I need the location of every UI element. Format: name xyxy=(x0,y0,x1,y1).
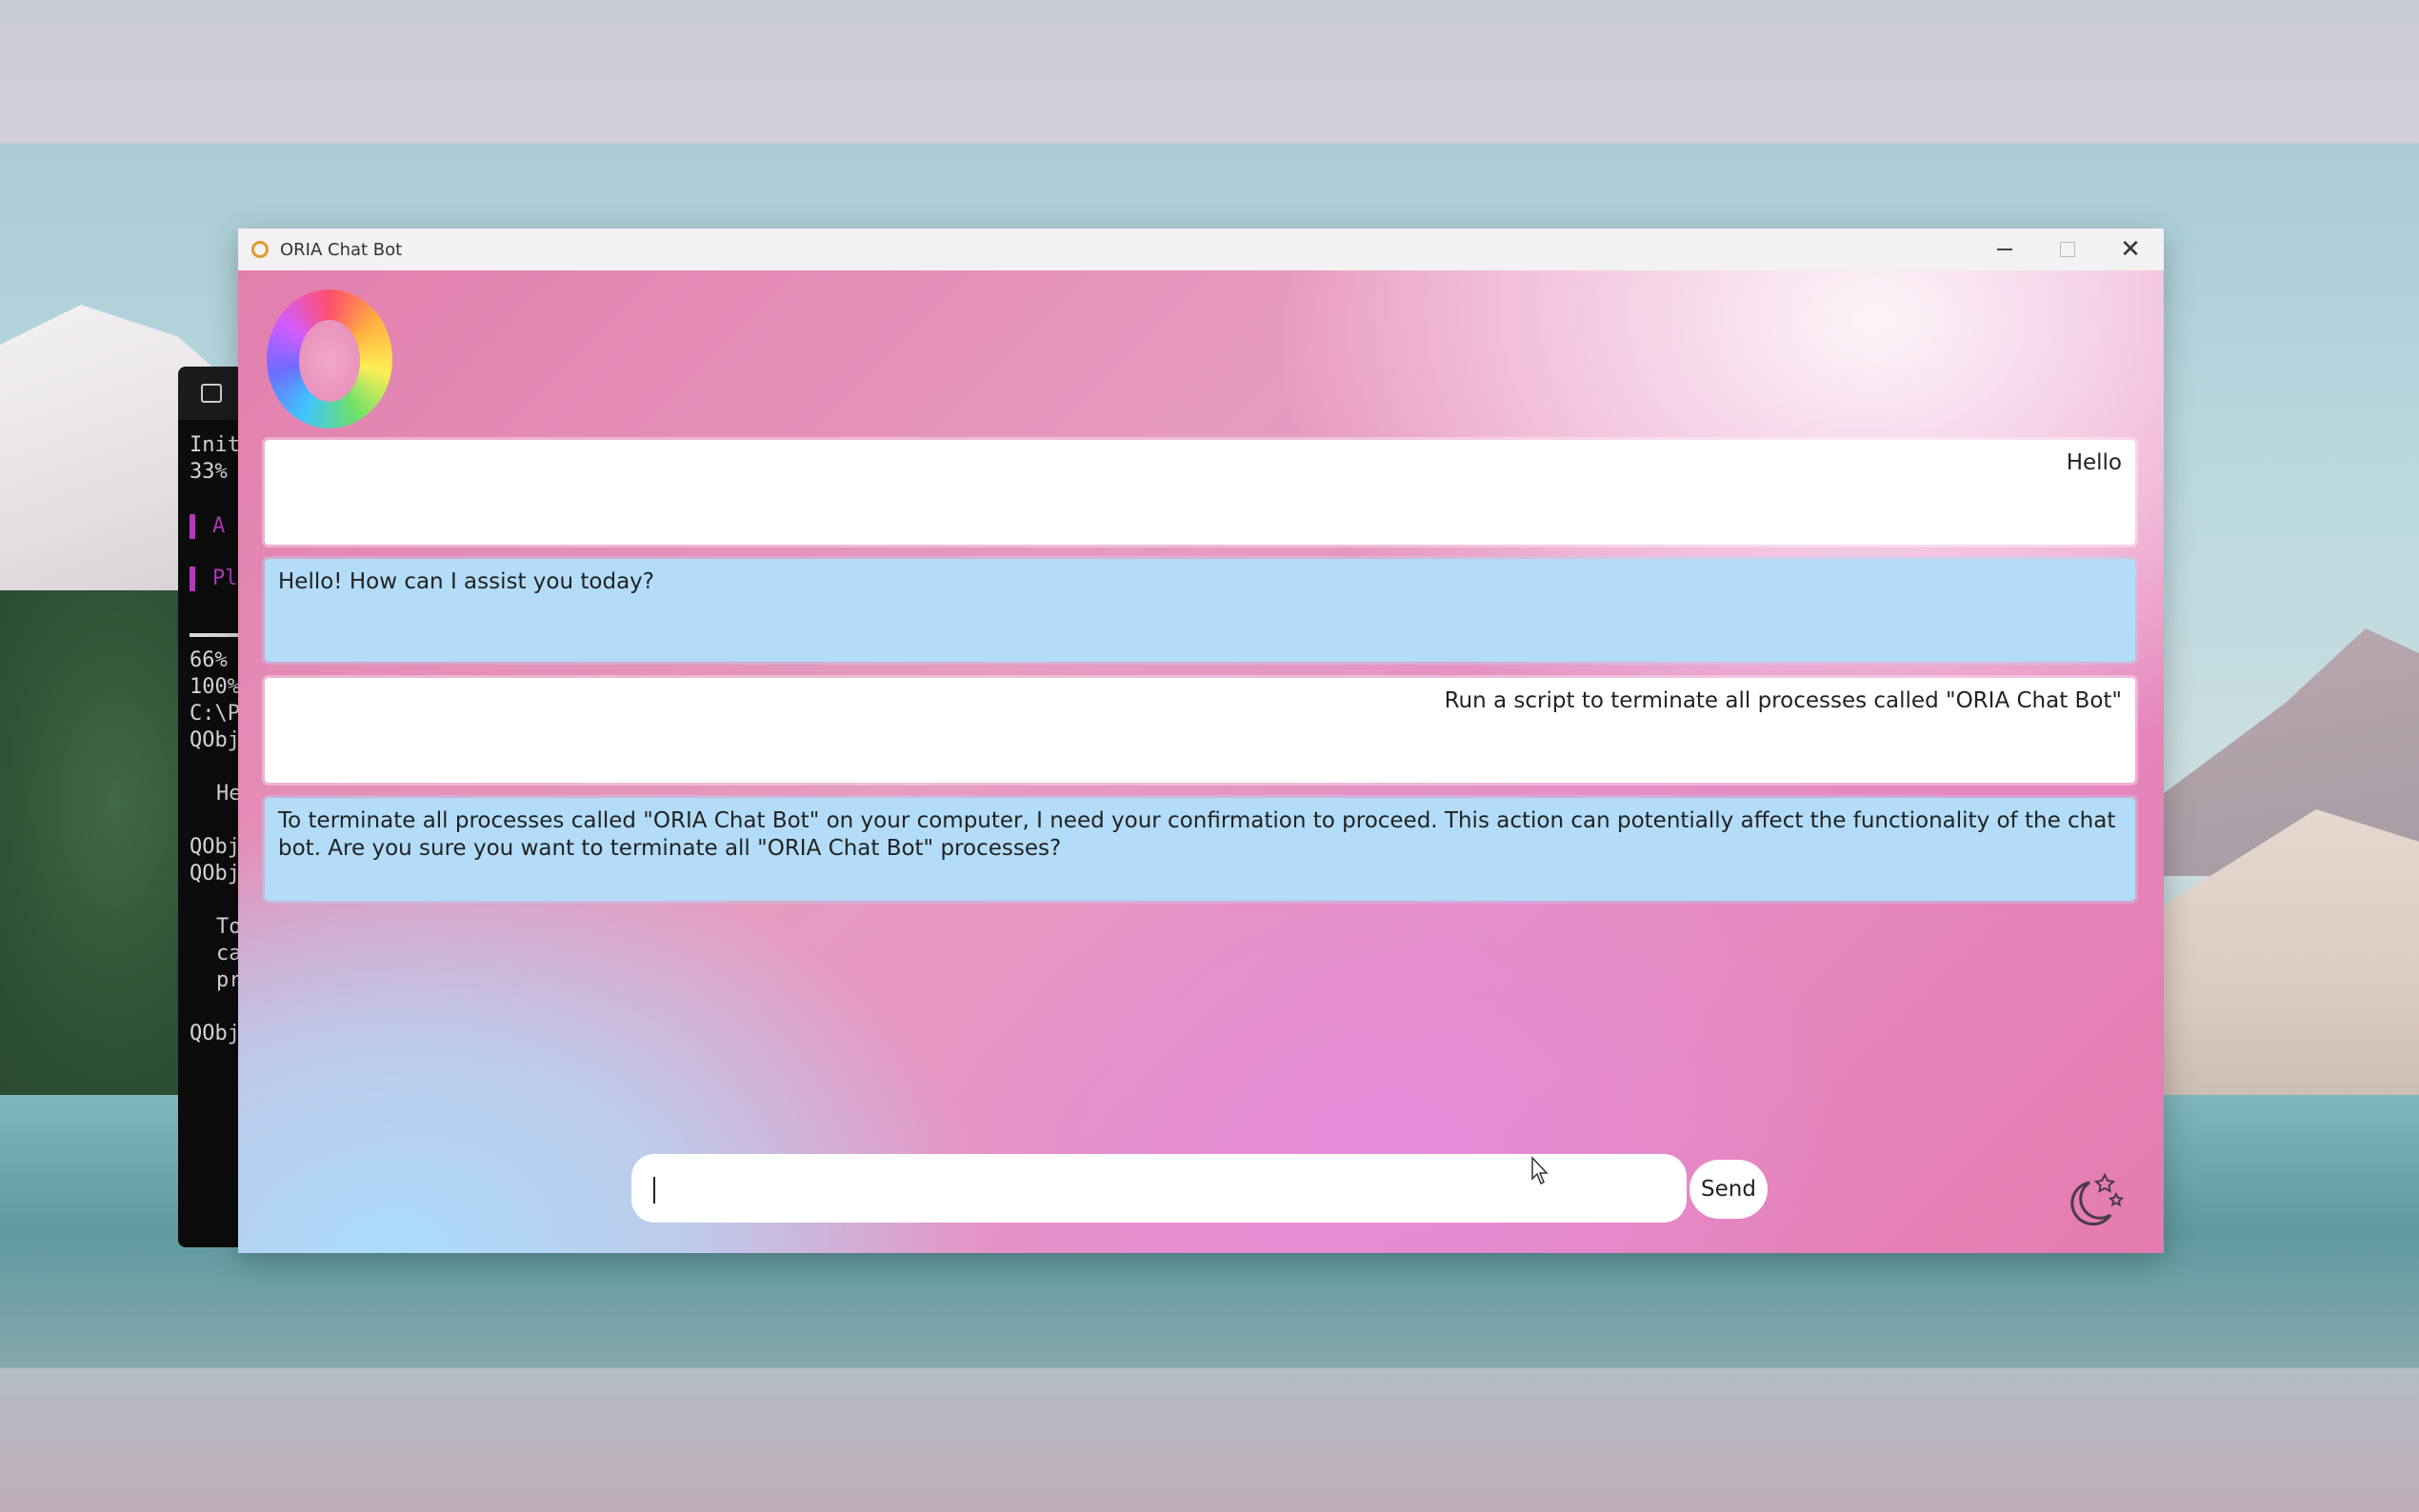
terminal-line: QObj xyxy=(190,862,240,885)
terminal-line: 66% xyxy=(190,648,228,672)
message-text: Hello xyxy=(2066,450,2122,475)
mouse-cursor-icon xyxy=(1531,1156,1549,1185)
terminal-tab-icon[interactable] xyxy=(201,384,222,403)
message-text: Hello! How can I assist you today? xyxy=(278,569,654,594)
terminal-line: QObj xyxy=(190,835,240,859)
window-titlebar[interactable]: ORIA Chat Bot ✕ xyxy=(238,229,2164,270)
terminal-progress-marker xyxy=(190,514,195,539)
terminal-line: Init xyxy=(190,433,240,457)
maximize-icon xyxy=(2060,242,2075,257)
moon-stars-icon[interactable] xyxy=(2061,1165,2128,1232)
oria-chat-window: ORIA Chat Bot ✕ Hello Hello! How can I a… xyxy=(238,229,2164,1253)
minimize-button[interactable] xyxy=(1973,229,2036,270)
window-title: ORIA Chat Bot xyxy=(280,239,403,260)
minimize-icon xyxy=(1997,249,2012,250)
oria-ring-icon xyxy=(251,241,269,258)
maximize-button[interactable] xyxy=(2036,229,2099,270)
message-text: To terminate all processes called "ORIA … xyxy=(278,808,2116,861)
terminal-line: 100% xyxy=(190,675,240,699)
message-input[interactable] xyxy=(631,1154,1687,1223)
close-button[interactable]: ✕ xyxy=(2099,229,2162,270)
terminal-line: Pl xyxy=(212,567,238,590)
close-icon: ✕ xyxy=(2120,235,2141,264)
chat-message-user: Run a script to terminate all processes … xyxy=(265,678,2135,783)
terminal-line: C:\P xyxy=(190,702,240,726)
chat-message-bot: Hello! How can I assist you today? xyxy=(265,559,2135,662)
terminal-line: QObj xyxy=(190,728,240,752)
terminal-line: QObj xyxy=(190,1022,240,1045)
terminal-progress-marker xyxy=(190,567,195,591)
terminal-line: A xyxy=(212,514,226,538)
chat-message-bot: To terminate all processes called "ORIA … xyxy=(265,798,2135,901)
text-caret xyxy=(653,1177,655,1204)
oria-logo xyxy=(267,289,392,428)
send-button[interactable]: Send xyxy=(1689,1160,1768,1219)
chat-message-user: Hello xyxy=(265,440,2135,545)
terminal-line: 33% xyxy=(190,460,228,484)
message-text: Run a script to terminate all processes … xyxy=(1444,688,2122,713)
chat-client-area: Hello Hello! How can I assist you today?… xyxy=(238,270,2164,1253)
